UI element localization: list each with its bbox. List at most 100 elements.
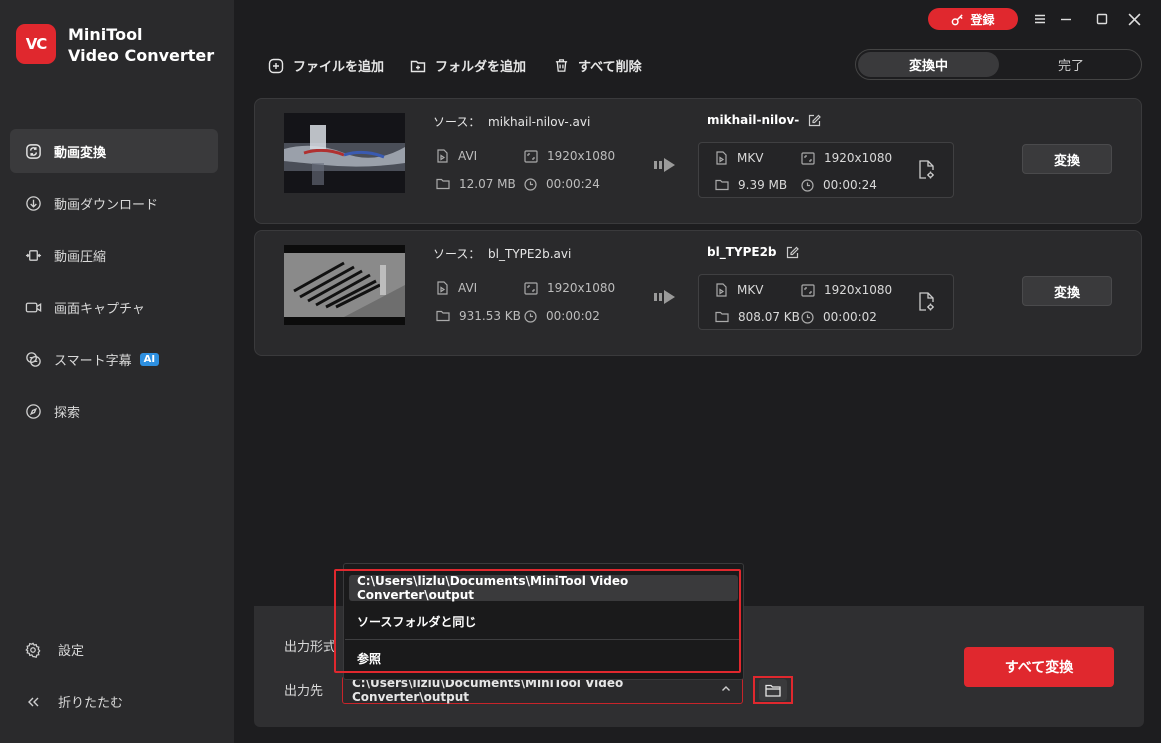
output-format: MKV [715, 283, 763, 297]
edit-icon[interactable] [808, 114, 822, 127]
sidebar-item-label: 探索 [54, 405, 81, 421]
resolution-icon [524, 149, 538, 163]
convert-button[interactable]: 変換 [1022, 276, 1112, 306]
close-icon [1128, 13, 1140, 25]
source-size: 931.53 KB [436, 309, 521, 323]
output-resolution-value: 1920x1080 [824, 283, 893, 297]
convert-all-button[interactable]: すべて変換 [964, 647, 1114, 687]
delete-all-button[interactable]: すべて削除 [554, 56, 642, 75]
output-filename: mikhail-nilov- [707, 113, 822, 127]
subtitle-icon [24, 350, 42, 368]
output-size: 9.39 MB [715, 178, 787, 192]
source-prefix: ソース： [433, 115, 481, 129]
source-duration-value: 00:00:24 [546, 177, 600, 191]
compass-icon [24, 402, 42, 420]
compress-icon [24, 246, 42, 264]
settings-label: 設定 [58, 644, 85, 659]
source-size: 12.07 MB [436, 177, 516, 191]
camera-icon [24, 298, 42, 316]
source-duration: 00:00:24 [524, 177, 600, 191]
sidebar-item-label: 動画圧縮 [54, 249, 107, 265]
app-name-line1: MiniTool [68, 25, 143, 44]
output-path-select[interactable]: C:\Users\lizlu\Documents\MiniTool Video … [342, 676, 743, 704]
sidebar-item-screen-capture[interactable]: 画面キャプチャ [10, 285, 218, 329]
sidebar-nav: 動画変換 動画ダウンロード 動画圧縮 画面キャプチャ スマート字幕 AI 探索 [10, 129, 218, 441]
sidebar-item-smart-subtitle[interactable]: スマート字幕 AI [10, 337, 218, 381]
arrow-right-icon [653, 155, 677, 179]
output-duration-value: 00:00:02 [823, 310, 877, 324]
app-name: MiniTool Video Converter [68, 24, 214, 66]
add-folder-button[interactable]: フォルダを追加 [410, 56, 526, 75]
output-path-value: C:\Users\lizlu\Documents\MiniTool Video … [352, 676, 624, 704]
clock-icon [524, 309, 537, 323]
file-card: ソース： mikhail-nilov-.avi AVI 1920x1080 12… [254, 98, 1142, 224]
file-settings-icon[interactable] [918, 292, 936, 316]
sidebar-item-video-compress[interactable]: 動画圧縮 [10, 233, 218, 277]
output-filename: bl_TYPE2b [707, 245, 799, 259]
output-format-value: MKV [737, 283, 764, 297]
sidebar-item-label: 画面キャプチャ [54, 301, 145, 317]
tab-converting[interactable]: 変換中 [858, 52, 999, 77]
resolution-icon [801, 151, 815, 165]
sidebar-item-explore[interactable]: 探索 [10, 389, 218, 433]
source-format-value: AVI [458, 149, 478, 163]
plus-circle-icon [268, 58, 284, 73]
output-resolution-value: 1920x1080 [824, 151, 893, 165]
close-button[interactable] [1124, 9, 1144, 29]
output-format: MKV [715, 151, 763, 165]
collapse-button[interactable]: 折りたたむ [24, 692, 214, 711]
source-size-value: 931.53 KB [459, 309, 521, 323]
register-button[interactable]: 登録 [928, 8, 1018, 30]
output-size: 808.07 KB [715, 310, 800, 324]
tab-done[interactable]: 完了 [1001, 52, 1141, 77]
add-folder-label: フォルダを追加 [435, 60, 527, 75]
sidebar-item-video-download[interactable]: 動画ダウンロード [10, 181, 218, 225]
download-icon [24, 194, 42, 212]
output-settings-box[interactable]: MKV 1920x1080 9.39 MB 00:00:24 [698, 142, 954, 198]
menu-button[interactable] [1030, 9, 1050, 29]
source-format: AVI [436, 281, 477, 295]
resolution-icon [801, 283, 815, 297]
video-file-icon [437, 281, 448, 295]
source-label: ソース： mikhail-nilov-.avi [433, 113, 590, 130]
convert-button[interactable]: 変換 [1022, 144, 1112, 174]
highlight-box [334, 569, 741, 673]
sidebar-item-video-convert[interactable]: 動画変換 [10, 129, 218, 173]
output-format-label: 出力形式 [284, 640, 337, 655]
source-format-value: AVI [458, 281, 478, 295]
register-label: 登録 [970, 12, 995, 27]
arrow-right-icon [653, 287, 677, 311]
clock-icon [801, 178, 814, 192]
file-settings-icon[interactable] [918, 160, 936, 184]
edit-icon[interactable] [786, 246, 799, 259]
output-resolution: 1920x1080 [801, 151, 892, 165]
settings-button[interactable]: 設定 [24, 640, 214, 659]
resolution-icon [524, 281, 538, 295]
folder-icon [715, 311, 729, 323]
source-filename: mikhail-nilov-.avi [488, 115, 591, 129]
convert-icon [24, 142, 42, 160]
clock-icon [801, 310, 814, 324]
sidebar: VC MiniTool Video Converter 動画変換 動画ダウンロー… [0, 0, 234, 743]
output-duration: 00:00:02 [801, 310, 877, 324]
output-filename-value: bl_TYPE2b [707, 245, 777, 259]
browse-folder-button[interactable] [753, 676, 793, 704]
folder-icon [765, 684, 781, 697]
minimize-button[interactable] [1056, 9, 1076, 29]
output-size-value: 808.07 KB [738, 310, 800, 324]
chevron-up-icon [720, 683, 732, 698]
maximize-icon [1096, 13, 1108, 25]
source-resolution: 1920x1080 [524, 149, 615, 163]
video-thumbnail [284, 245, 405, 325]
source-resolution-value: 1920x1080 [547, 149, 616, 163]
output-settings-box[interactable]: MKV 1920x1080 808.07 KB 00:00:02 [698, 274, 954, 330]
source-filename: bl_TYPE2b.avi [488, 247, 572, 261]
add-file-button[interactable]: ファイルを追加 [268, 56, 384, 75]
file-card: ソース： bl_TYPE2b.avi AVI 1920x1080 931.53 … [254, 230, 1142, 356]
folder-icon [715, 179, 729, 191]
source-duration: 00:00:02 [524, 309, 600, 323]
app-logo-text: VC [25, 35, 48, 53]
trash-icon [555, 59, 568, 72]
maximize-button[interactable] [1092, 9, 1112, 29]
sidebar-item-label: スマート字幕 [54, 353, 132, 369]
